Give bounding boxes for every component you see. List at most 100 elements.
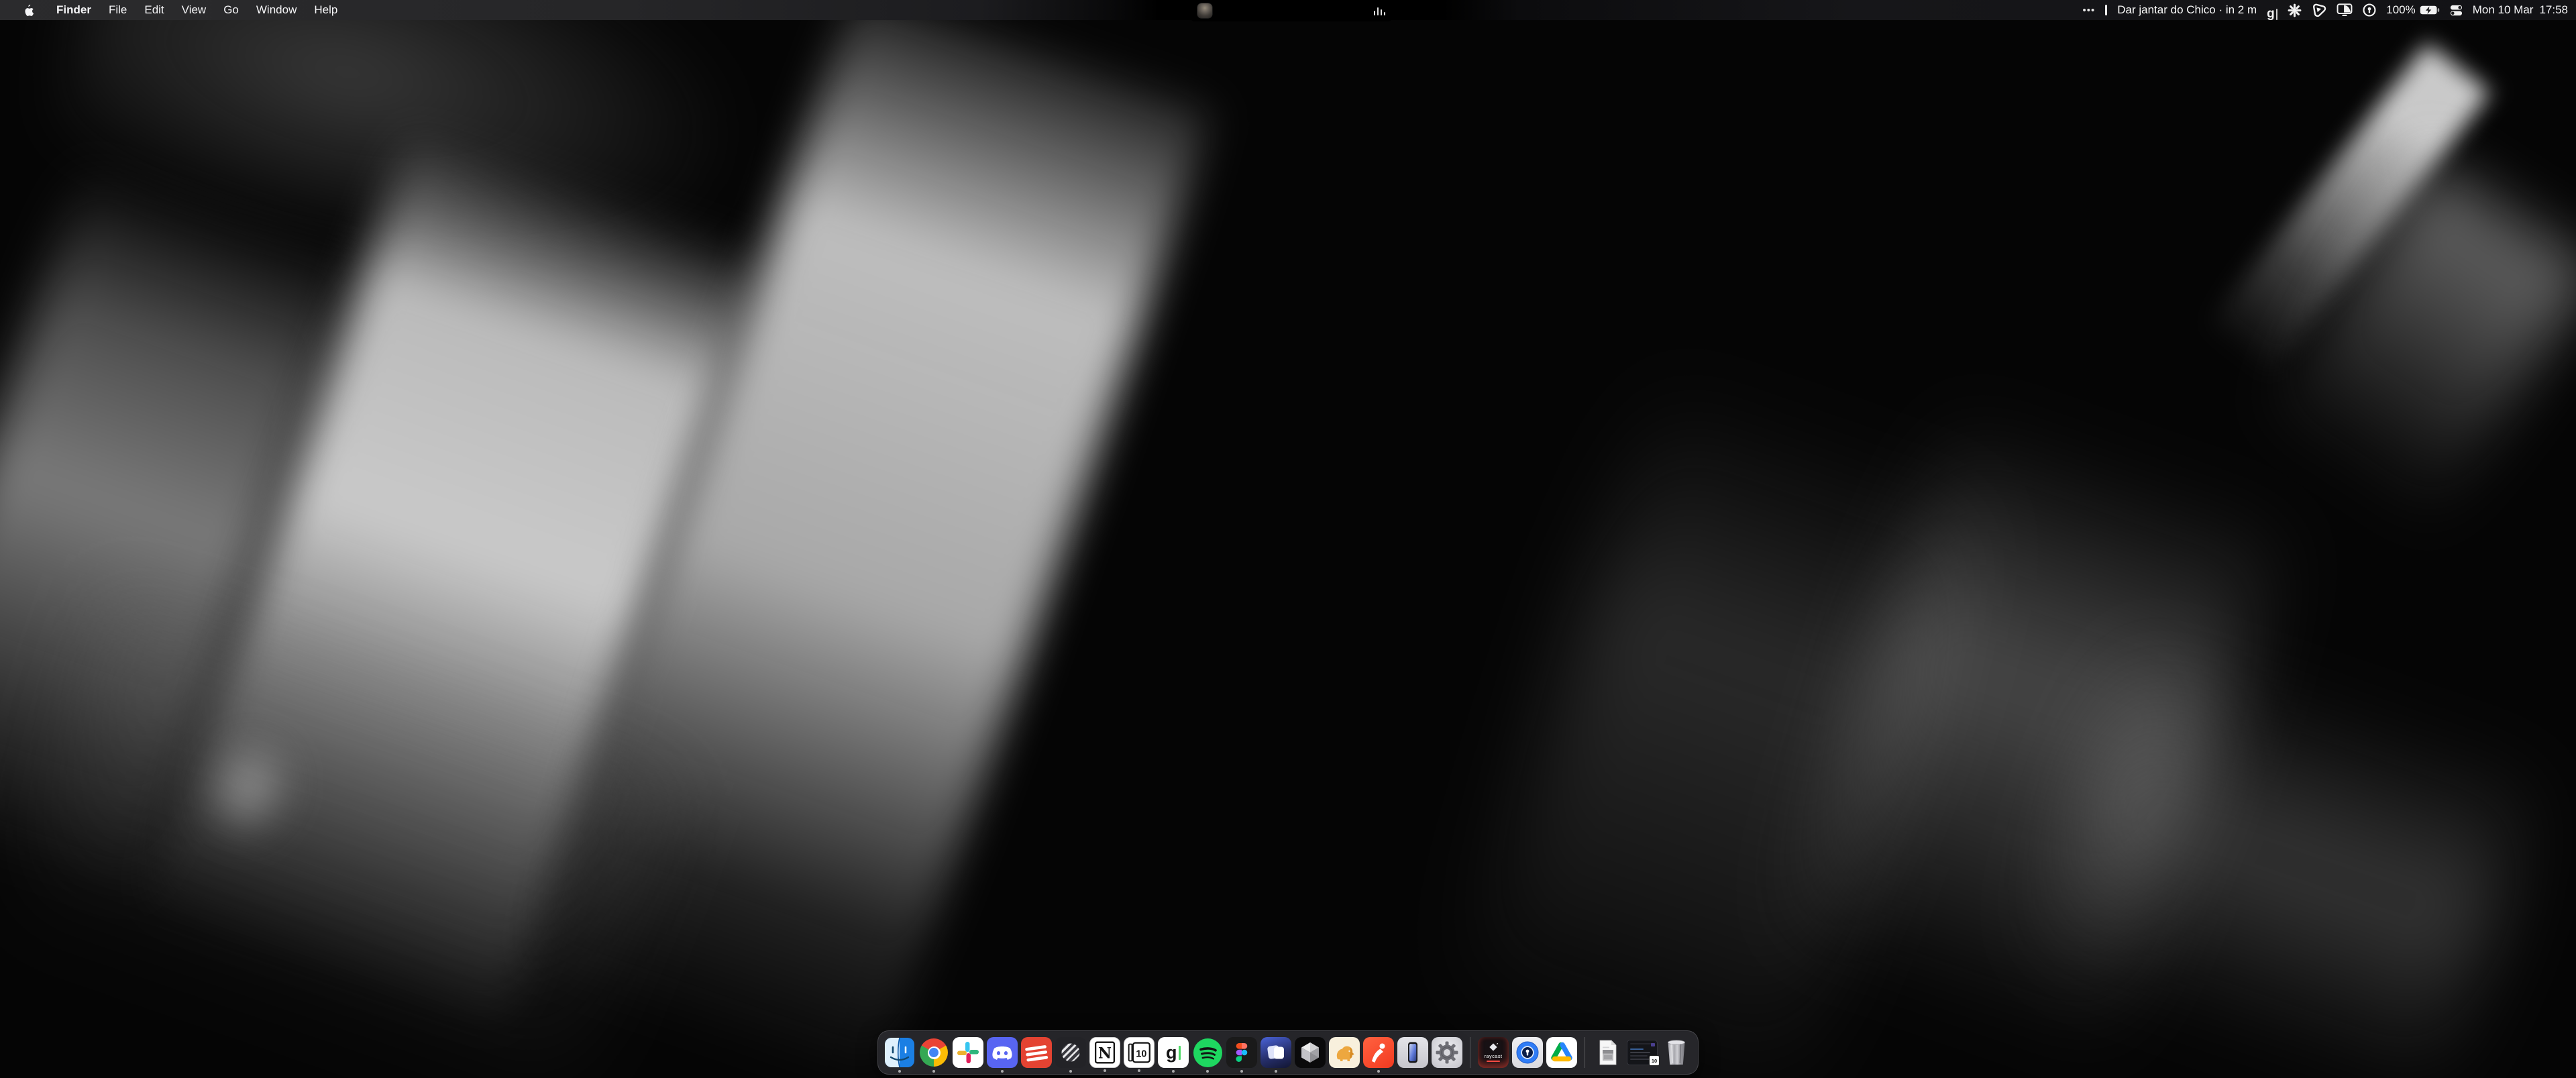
menu-item-view[interactable]: View xyxy=(173,0,215,20)
running-indicator-dot xyxy=(1138,1069,1140,1072)
dock-item-google-drive[interactable] xyxy=(1546,1037,1577,1068)
dock-item-postico[interactable] xyxy=(1329,1037,1360,1068)
wallpaper xyxy=(0,0,2576,1078)
screen-studio-icon xyxy=(1260,1037,1291,1068)
dock-item-notion[interactable]: N xyxy=(1089,1037,1120,1068)
reminder-menu-item[interactable]: Dar jantar do Chico · in 2 m xyxy=(2117,3,2257,17)
notion-icon: N xyxy=(1090,1037,1120,1068)
notion-calendar-icon: 10 xyxy=(1124,1037,1154,1068)
gear-icon xyxy=(1432,1037,1462,1068)
battery-status[interactable]: 100% xyxy=(2386,3,2439,17)
figma-icon xyxy=(1226,1037,1257,1068)
dock-item-notion-calendar[interactable]: 10 xyxy=(1124,1037,1155,1068)
document-file-icon xyxy=(1593,1037,1623,1068)
dock-item-minimized-window[interactable]: 10 xyxy=(1627,1037,1658,1068)
menu-bar-left: Finder File Edit View Go Window Help xyxy=(0,0,346,20)
display-menu-icon[interactable] xyxy=(2337,0,2353,20)
overflow-menu-dots[interactable]: ••• xyxy=(2083,5,2096,16)
granola-icon: g xyxy=(1166,1045,1181,1061)
dock-item-linear[interactable] xyxy=(1055,1037,1086,1068)
dock-item-document[interactable] xyxy=(1593,1037,1623,1068)
running-indicator-dot xyxy=(1206,1070,1209,1073)
active-app-name: Finder xyxy=(56,3,91,17)
dock-item-spotify[interactable] xyxy=(1192,1037,1223,1068)
onepassword-icon xyxy=(1512,1037,1543,1068)
dock-item-chrome[interactable] xyxy=(918,1037,949,1068)
dock-item-cursor[interactable] xyxy=(1295,1037,1326,1068)
discord-icon xyxy=(987,1037,1018,1068)
google-drive-icon xyxy=(1546,1037,1577,1068)
apple-menu[interactable] xyxy=(15,0,48,20)
control-center-menu-icon[interactable] xyxy=(2450,0,2463,20)
menu-item-help[interactable]: Help xyxy=(305,0,346,20)
postico-elephant-icon xyxy=(1329,1037,1360,1068)
flower-icon xyxy=(2288,3,2302,17)
trash-icon xyxy=(1661,1037,1692,1068)
iphone-mirroring-icon xyxy=(1397,1037,1428,1068)
running-indicator-dot xyxy=(1104,1069,1106,1072)
dock-item-superhuman[interactable] xyxy=(1363,1037,1394,1068)
dock-item-discord[interactable] xyxy=(987,1037,1018,1068)
running-indicator-dot xyxy=(1001,1070,1004,1073)
menu-item-finder[interactable]: Finder xyxy=(48,0,100,20)
dock-item-screen-studio[interactable] xyxy=(1260,1037,1291,1068)
dock-item-granola[interactable]: g xyxy=(1158,1037,1189,1068)
clock-date: Mon 10 Mar xyxy=(2473,3,2534,17)
dock-item-trash[interactable] xyxy=(1661,1037,1692,1068)
menu-item-window[interactable]: Window xyxy=(248,0,305,20)
finder-icon xyxy=(884,1037,915,1068)
menu-bar-clock[interactable]: Mon 10 Mar 17:58 xyxy=(2473,3,2568,17)
dock-item-slack[interactable] xyxy=(953,1037,983,1068)
running-indicator-dot xyxy=(898,1070,901,1073)
rounded-pick-menu-icon[interactable] xyxy=(2312,0,2326,20)
window-app-badge: 10 xyxy=(1649,1055,1660,1066)
notch-media-pill[interactable] xyxy=(1189,0,1394,21)
running-indicator-dot xyxy=(1240,1070,1243,1073)
menu-bar-divider xyxy=(2105,5,2107,15)
menu-item-edit[interactable]: Edit xyxy=(136,0,172,20)
raycast-diamond-icon xyxy=(1488,1043,1499,1053)
granola-menu-icon[interactable]: g xyxy=(2267,0,2277,20)
linear-icon xyxy=(1055,1037,1086,1068)
clock-time: 17:58 xyxy=(2539,3,2568,17)
dock-item-iphone-mirroring[interactable] xyxy=(1397,1037,1428,1068)
battery-percent: 100% xyxy=(2386,3,2415,17)
control-center-icon xyxy=(2450,4,2463,17)
menu-item-go[interactable]: Go xyxy=(215,0,248,20)
onepassword-menu-icon[interactable] xyxy=(2363,0,2376,20)
svg-text:10: 10 xyxy=(1136,1049,1146,1060)
running-indicator-dot xyxy=(932,1070,935,1073)
dock-item-todoist[interactable] xyxy=(1021,1037,1052,1068)
now-playing-album-art[interactable] xyxy=(1197,3,1212,18)
window-thumbnail: 10 xyxy=(1627,1040,1658,1065)
running-indicator-dot xyxy=(1172,1070,1175,1073)
spotify-icon xyxy=(1193,1038,1222,1067)
menu-bar-status-area: ••• Dar jantar do Chico · in 2 m g xyxy=(2083,0,2568,20)
audio-visualizer-icon xyxy=(1374,7,1386,15)
running-indicator-dot xyxy=(1275,1070,1277,1073)
menu-item-file[interactable]: File xyxy=(100,0,136,20)
cursor-icon xyxy=(1295,1037,1326,1068)
todoist-icon xyxy=(1021,1037,1052,1068)
keyhole-icon xyxy=(2363,3,2376,17)
dock-item-system-settings[interactable] xyxy=(1432,1037,1462,1068)
dock-item-figma[interactable] xyxy=(1226,1037,1257,1068)
dock-item-finder[interactable] xyxy=(884,1037,915,1068)
slack-icon xyxy=(953,1037,983,1068)
text-cursor-icon xyxy=(2276,9,2278,20)
raycast-red-bar xyxy=(1487,1061,1500,1062)
display-mirroring-icon xyxy=(2337,3,2353,17)
pick-shape-icon xyxy=(2312,3,2326,17)
flower-menu-icon[interactable] xyxy=(2288,0,2302,20)
svg-text:N: N xyxy=(1098,1045,1112,1063)
dock: N 10 g xyxy=(877,1030,1699,1075)
superhuman-icon xyxy=(1363,1037,1394,1068)
granola-g-glyph: g xyxy=(2267,7,2275,20)
desktop: Finder File Edit View Go Window Help •••… xyxy=(0,0,2576,1078)
battery-charging-icon xyxy=(2420,5,2440,15)
running-indicator-dot xyxy=(1377,1070,1380,1073)
dock-item-raycast[interactable]: raycast xyxy=(1478,1037,1509,1068)
dock-item-1password[interactable] xyxy=(1512,1037,1543,1068)
chrome-icon xyxy=(920,1038,948,1067)
apple-logo-icon xyxy=(23,4,34,16)
